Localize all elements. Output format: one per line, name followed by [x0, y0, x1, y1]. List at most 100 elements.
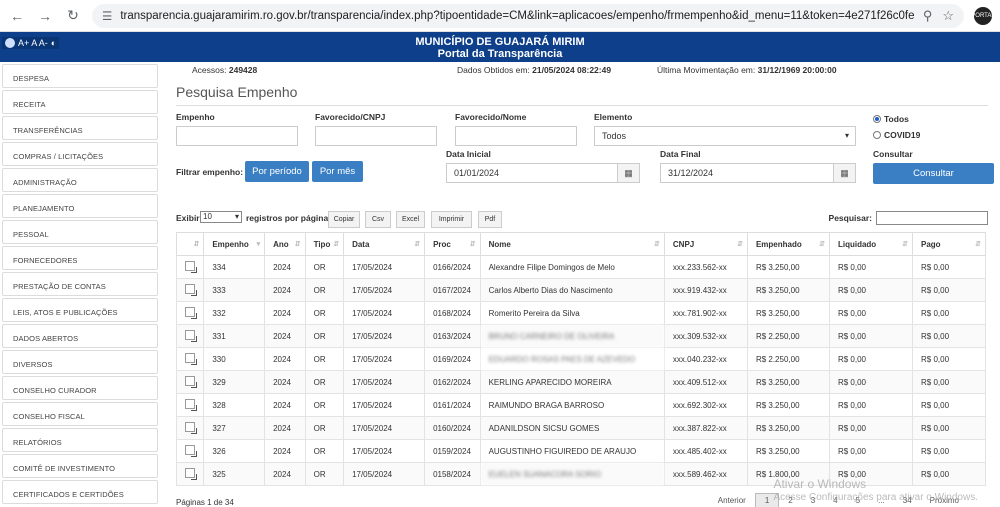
- acessos-value: 249428: [228, 65, 258, 75]
- sidebar-menu: DESPESA RECEITA TRANSFERÊNCIAS COMPRAS /…: [0, 62, 160, 507]
- edit-details-icon[interactable]: [185, 376, 197, 388]
- favorecido-nome-input[interactable]: [455, 126, 577, 146]
- empenho-input[interactable]: [176, 126, 298, 146]
- accessibility-tools[interactable]: A+ A A- ◐: [2, 37, 60, 49]
- edit-details-icon[interactable]: [185, 422, 197, 434]
- calendar-icon[interactable]: ▦: [618, 163, 640, 183]
- cell-tipo: OR: [304, 324, 345, 348]
- site-info-icon[interactable]: ☰: [102, 9, 112, 23]
- col-header-action[interactable]: ⇵: [175, 232, 205, 256]
- pdf-button[interactable]: Pdf: [478, 211, 502, 228]
- edit-details-icon[interactable]: [185, 307, 197, 319]
- cell-nome: AUGUSTINHO FIGUIREDO DE ARAUJO: [479, 439, 665, 463]
- cell-tipo: OR: [304, 416, 345, 440]
- cell-action[interactable]: [175, 255, 205, 279]
- cell-action[interactable]: [175, 462, 205, 486]
- col-header-data[interactable]: Data ⇵: [343, 232, 426, 256]
- col-header-nome[interactable]: Nome ⇵: [479, 232, 665, 256]
- page-length-value: 10: [203, 212, 212, 221]
- radio-covid19[interactable]: COVID19: [873, 130, 920, 140]
- address-bar[interactable]: ☰ transparencia.guajaramirim.ro.gov.br/t…: [92, 3, 964, 28]
- cell-data: 17/05/2024: [343, 324, 426, 348]
- cell-empenhado: R$ 3.250,00: [746, 255, 830, 279]
- accessibility-icon[interactable]: [5, 38, 15, 48]
- print-button[interactable]: Imprimir: [431, 211, 472, 228]
- csv-button[interactable]: Csv: [365, 211, 391, 228]
- sort-desc-icon: ▾: [256, 241, 261, 248]
- zoom-icon[interactable]: ⚲: [923, 8, 933, 24]
- pagination-previous[interactable]: Anterior: [709, 494, 755, 507]
- back-icon[interactable]: ←: [8, 7, 26, 25]
- table-row: 327 2024 OR 17/05/2024 0160/2024 ADANILDSON S…: [175, 416, 986, 440]
- sidebar-item-diversos[interactable]: DIVERSOS: [2, 350, 158, 374]
- edit-details-icon[interactable]: [185, 330, 197, 342]
- data-inicial-input[interactable]: 01/01/2024: [446, 163, 618, 183]
- radio-todos[interactable]: Todos: [873, 114, 909, 124]
- radio-selected-icon[interactable]: [873, 115, 881, 123]
- data-final-input[interactable]: 31/12/2024: [660, 163, 834, 183]
- sidebar-item-relatorios[interactable]: RELATÓRIOS: [2, 428, 158, 452]
- cell-empenho: 334: [203, 255, 266, 279]
- search-input[interactable]: [876, 211, 988, 225]
- excel-button[interactable]: Excel: [396, 211, 425, 228]
- page-length-select[interactable]: 10 ▾: [200, 211, 242, 223]
- edit-details-icon[interactable]: [185, 353, 197, 365]
- contrast-icon[interactable]: ◐: [51, 38, 56, 48]
- edit-details-icon[interactable]: [185, 445, 197, 457]
- sidebar-item-leis-atos[interactable]: LEIS, ATOS E PUBLICAÇÕES: [2, 298, 158, 322]
- profile-avatar[interactable]: PORTAL: [971, 6, 995, 25]
- cell-action[interactable]: [175, 439, 205, 463]
- consultar-button[interactable]: Consultar: [873, 163, 994, 184]
- copy-button[interactable]: Copiar: [328, 211, 360, 228]
- sidebar-item-conselho-curador[interactable]: CONSELHO CURADOR: [2, 376, 158, 400]
- col-header-empenhado[interactable]: Empenhado ⇵: [746, 232, 830, 256]
- calendar-icon[interactable]: ▦: [834, 163, 856, 183]
- cell-action[interactable]: [175, 393, 205, 417]
- sidebar-item-conselho-fiscal[interactable]: CONSELHO FISCAL: [2, 402, 158, 426]
- sidebar-item-prestacao-contas[interactable]: PRESTAÇÃO DE CONTAS: [2, 272, 158, 296]
- elemento-select[interactable]: Todos ▾: [594, 126, 856, 146]
- sidebar-item-fornecedores[interactable]: FORNECEDORES: [2, 246, 158, 270]
- col-header-empenho[interactable]: Empenho ▾: [203, 232, 266, 256]
- sidebar-item-certificados[interactable]: CERTIFICADOS E CERTIDÕES: [2, 480, 158, 504]
- radio-todos-label: Todos: [884, 114, 909, 124]
- por-periodo-button[interactable]: Por período: [245, 161, 309, 182]
- col-header-cnpj[interactable]: CNPJ ⇵: [663, 232, 748, 256]
- favorecido-cnpj-input[interactable]: [315, 126, 437, 146]
- edit-details-icon[interactable]: [185, 261, 197, 273]
- col-header-liquidado[interactable]: Liquidado ⇵: [828, 232, 914, 256]
- col-header-pago[interactable]: Pago ⇵: [912, 232, 986, 256]
- sidebar-item-dados-abertos[interactable]: DADOS ABERTOS: [2, 324, 158, 348]
- edit-details-icon[interactable]: [185, 284, 197, 296]
- radio-unselected-icon[interactable]: [873, 131, 881, 139]
- bookmark-star-icon[interactable]: ☆: [942, 8, 954, 24]
- cell-action[interactable]: [175, 324, 205, 348]
- cell-proc: 0159/2024: [424, 439, 481, 463]
- cell-action[interactable]: [175, 301, 205, 325]
- cell-action[interactable]: [175, 416, 205, 440]
- reload-icon[interactable]: ↻: [64, 7, 82, 25]
- sidebar-item-despesa[interactable]: DESPESA: [2, 64, 158, 88]
- col-header-ano[interactable]: Ano ⇵: [264, 232, 306, 256]
- col-header-proc[interactable]: Proc ⇵: [424, 232, 481, 256]
- cell-liquidado: R$ 0,00: [828, 416, 914, 440]
- font-size-controls[interactable]: A+ A A-: [18, 38, 48, 48]
- edit-details-icon[interactable]: [185, 468, 197, 480]
- sort-icon: ⇵: [414, 241, 421, 248]
- cell-liquidado: R$ 0,00: [828, 278, 914, 302]
- sidebar-item-compras[interactable]: COMPRAS / LICITAÇÕES: [2, 142, 158, 166]
- por-mes-button[interactable]: Por mês: [312, 161, 363, 182]
- sidebar-item-administracao[interactable]: ADMINISTRAÇÃO: [2, 168, 158, 192]
- col-header-tipo[interactable]: Tipo ⇵: [304, 232, 345, 256]
- cell-action[interactable]: [175, 278, 205, 302]
- cell-action[interactable]: [175, 370, 205, 394]
- sidebar-item-transferencias[interactable]: TRANSFERÊNCIAS: [2, 116, 158, 140]
- sidebar-item-pessoal[interactable]: PESSOAL: [2, 220, 158, 244]
- sidebar-item-comite-investimento[interactable]: COMITÊ DE INVESTIMENTO: [2, 454, 158, 478]
- cell-nome: EUELEN SUANACORA SORIO: [479, 462, 665, 486]
- sidebar-item-receita[interactable]: RECEITA: [2, 90, 158, 114]
- forward-icon[interactable]: →: [36, 7, 54, 25]
- cell-action[interactable]: [175, 347, 205, 371]
- sidebar-item-planejamento[interactable]: PLANEJAMENTO: [2, 194, 158, 218]
- edit-details-icon[interactable]: [185, 399, 197, 411]
